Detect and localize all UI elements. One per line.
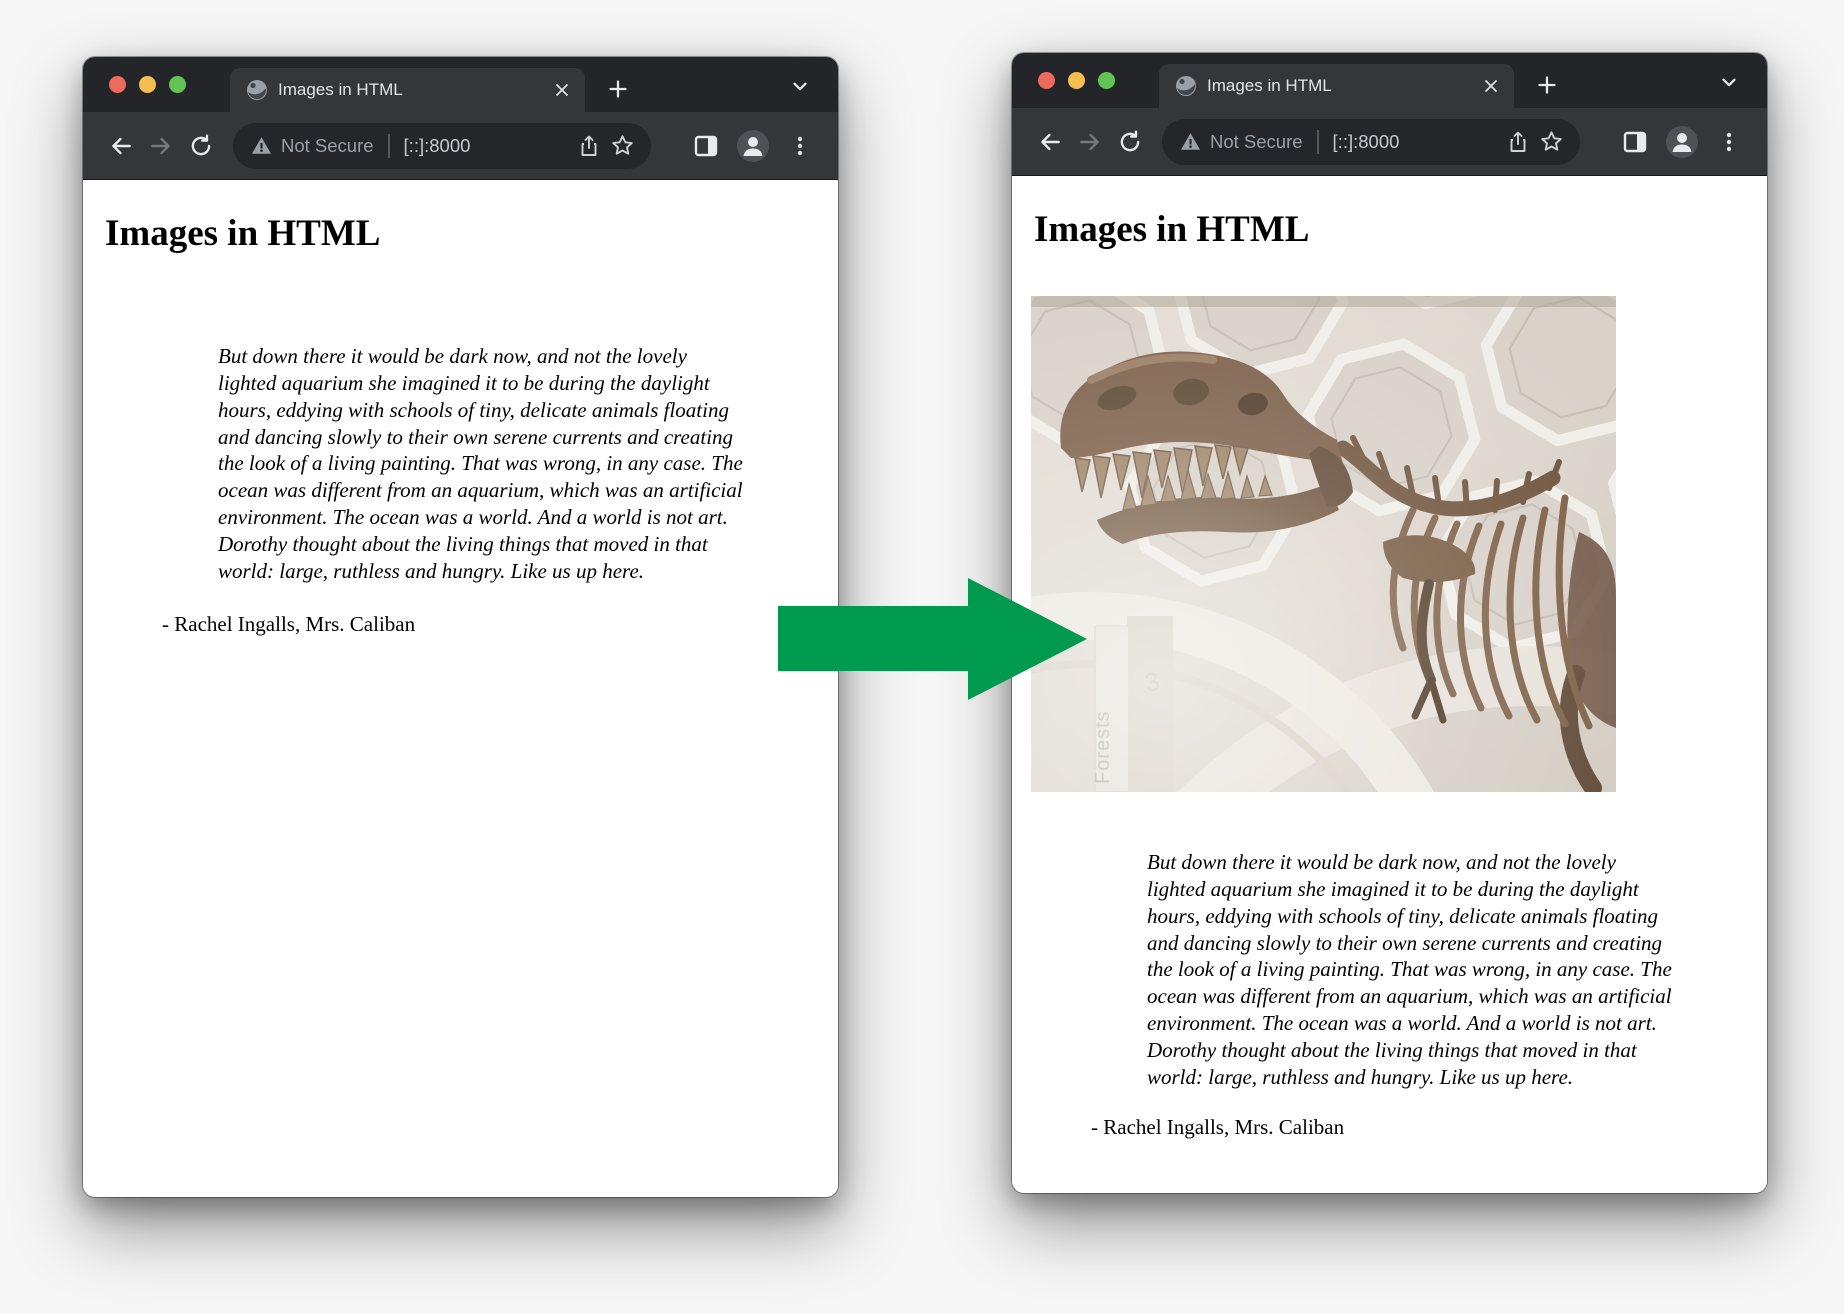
traffic-lights — [1038, 72, 1124, 89]
tab-search-button[interactable] — [786, 73, 814, 99]
tab-close-button[interactable] — [553, 81, 571, 99]
zoom-window-button[interactable] — [169, 76, 186, 93]
back-button[interactable] — [101, 126, 141, 166]
quote-block: But down there it would be dark now, and… — [218, 343, 750, 586]
reload-icon — [1117, 129, 1143, 155]
tab-strip: Images in HTML — [83, 57, 838, 112]
avatar — [1665, 125, 1699, 159]
url-text: [::]:8000 — [1333, 131, 1400, 153]
browser-window-before: Images in HTML — [83, 57, 838, 1197]
avatar — [736, 129, 770, 163]
reload-icon — [188, 133, 214, 159]
share-icon — [1506, 130, 1530, 154]
profile-button[interactable] — [1662, 122, 1702, 162]
plus-icon — [606, 77, 630, 101]
zoom-window-button[interactable] — [1098, 72, 1115, 89]
page-title: Images in HTML — [105, 213, 814, 256]
forward-arrow-icon — [1077, 129, 1103, 155]
side-panel-icon — [1622, 129, 1648, 155]
globe-favicon-icon — [246, 79, 268, 101]
tab-images-in-html[interactable]: Images in HTML — [1159, 64, 1514, 108]
reload-button[interactable] — [181, 126, 221, 166]
star-icon — [610, 133, 635, 158]
share-button[interactable] — [577, 134, 601, 158]
tab-title: Images in HTML — [278, 80, 543, 100]
security-label: Not Secure — [1210, 131, 1303, 153]
new-tab-button[interactable] — [598, 69, 638, 109]
page-title: Images in HTML — [1034, 209, 1743, 252]
quote-attribution: - Rachel Ingalls, Mrs. Caliban — [1091, 1115, 1743, 1140]
side-panel-button[interactable] — [1615, 122, 1655, 162]
omnibox-separator — [1317, 130, 1319, 154]
browser-toolbar: Not Secure [::]:8000 — [1012, 108, 1767, 176]
menu-button[interactable] — [780, 126, 820, 166]
share-icon — [577, 134, 601, 158]
address-bar[interactable]: Not Secure [::]:8000 — [1162, 119, 1580, 165]
tab-search-button[interactable] — [1715, 69, 1743, 95]
chevron-down-icon — [789, 75, 811, 97]
url-text: [::]:8000 — [404, 135, 471, 157]
back-arrow-icon — [108, 133, 134, 159]
minimize-window-button[interactable] — [139, 76, 156, 93]
close-icon — [553, 81, 571, 99]
forward-arrow-icon — [148, 133, 174, 159]
share-button[interactable] — [1506, 130, 1530, 154]
quote-block: But down there it would be dark now, and… — [1147, 849, 1679, 1092]
kebab-menu-icon — [1717, 130, 1741, 154]
back-button[interactable] — [1030, 122, 1070, 162]
quote-attribution: - Rachel Ingalls, Mrs. Caliban — [162, 612, 814, 637]
security-label: Not Secure — [281, 135, 374, 157]
close-window-button[interactable] — [109, 76, 126, 93]
star-icon — [1539, 129, 1564, 154]
plus-icon — [1535, 73, 1559, 97]
not-secure-warning-icon — [251, 136, 272, 155]
address-bar[interactable]: Not Secure [::]:8000 — [233, 123, 651, 169]
tab-close-button[interactable] — [1482, 77, 1500, 95]
tab-images-in-html[interactable]: Images in HTML — [230, 68, 585, 112]
close-window-button[interactable] — [1038, 72, 1055, 89]
chevron-down-icon — [1718, 71, 1740, 93]
bookmark-button[interactable] — [610, 133, 635, 158]
omnibox-separator — [388, 134, 390, 158]
globe-favicon-icon — [1175, 75, 1197, 97]
menu-button[interactable] — [1709, 122, 1749, 162]
forward-button[interactable] — [1070, 122, 1110, 162]
new-tab-button[interactable] — [1527, 65, 1567, 105]
dinosaur-image: Forests 3 — [1031, 296, 1616, 792]
side-panel-button[interactable] — [686, 126, 726, 166]
close-icon — [1482, 77, 1500, 95]
browser-toolbar: Not Secure [::]:8000 — [83, 112, 838, 180]
side-panel-icon — [693, 133, 719, 159]
profile-button[interactable] — [733, 126, 773, 166]
kebab-menu-icon — [788, 134, 812, 158]
page-content: Images in HTML — [1012, 176, 1767, 1192]
not-secure-warning-icon — [1180, 132, 1201, 151]
forward-button[interactable] — [141, 126, 181, 166]
reload-button[interactable] — [1110, 122, 1150, 162]
page-content: Images in HTML But down there it would b… — [83, 180, 838, 1196]
minimize-window-button[interactable] — [1068, 72, 1085, 89]
back-arrow-icon — [1037, 129, 1063, 155]
tab-title: Images in HTML — [1207, 76, 1472, 96]
tab-strip: Images in HTML — [1012, 53, 1767, 108]
bookmark-button[interactable] — [1539, 129, 1564, 154]
browser-window-after: Images in HTML — [1012, 53, 1767, 1193]
traffic-lights — [109, 76, 195, 93]
